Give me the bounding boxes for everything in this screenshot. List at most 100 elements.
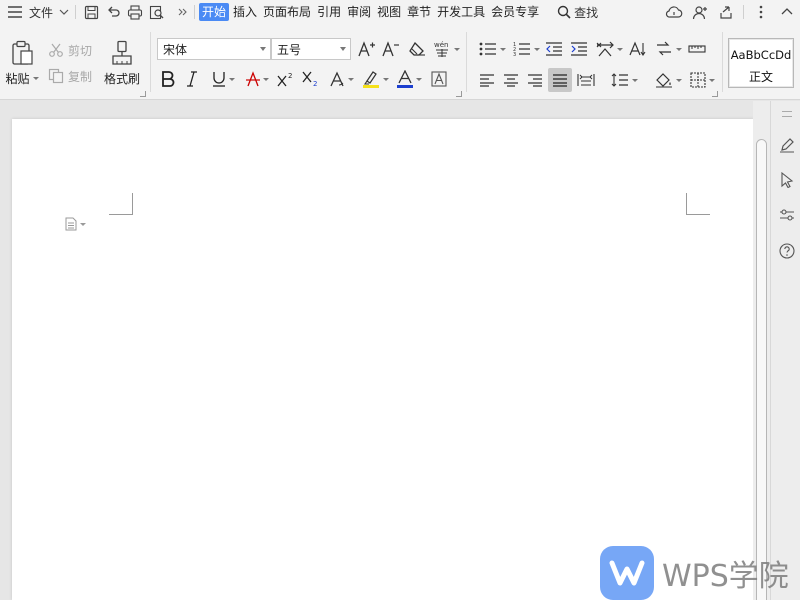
increase-font-size-button[interactable]: [356, 38, 378, 60]
hamburger-icon: [8, 6, 22, 18]
line-spacing-button[interactable]: [608, 69, 640, 91]
text-direction-icon: [629, 41, 646, 56]
strikethrough-button[interactable]: [242, 69, 272, 89]
decrease-font-size-button[interactable]: [380, 38, 402, 60]
subscript-button[interactable]: 2: [300, 69, 322, 89]
divider: [150, 32, 151, 92]
bold-button[interactable]: [158, 69, 178, 89]
clipboard-dialog-launcher[interactable]: [140, 91, 146, 97]
paragraph-dialog-launcher[interactable]: [712, 91, 718, 97]
right-tool-panel: [770, 101, 800, 600]
italic-icon: [187, 71, 197, 87]
bullet-list-icon: [479, 42, 496, 56]
distributed-button[interactable]: [575, 69, 597, 91]
tab-view[interactable]: 视图: [375, 3, 403, 21]
strikethrough-icon: [245, 71, 260, 87]
borders-button[interactable]: [686, 69, 718, 91]
outdent-icon: [546, 42, 562, 56]
justify-button[interactable]: [548, 68, 572, 92]
cursor-select-icon[interactable]: [777, 170, 797, 190]
underline-button[interactable]: [206, 69, 240, 89]
share-icon[interactable]: [713, 1, 739, 23]
divider: [75, 5, 77, 19]
show-marks-button[interactable]: [686, 38, 708, 60]
font-color-button[interactable]: [394, 69, 424, 89]
font-dialog-launcher[interactable]: [456, 91, 462, 97]
menubar-right-tools: [661, 0, 800, 24]
clear-formatting-button[interactable]: [406, 38, 428, 60]
more-options-icon[interactable]: [748, 1, 774, 23]
align-center-button[interactable]: [500, 69, 522, 91]
pen-icon[interactable]: [777, 135, 797, 155]
chevron-down-icon: [415, 77, 422, 81]
character-border-button[interactable]: [429, 69, 449, 89]
chevron-down-icon: [499, 47, 506, 51]
phonetic-guide-icon: wén: [434, 41, 448, 57]
style-name: 正文: [748, 70, 773, 84]
help-icon[interactable]: [777, 241, 797, 261]
tab-references[interactable]: 引用: [315, 3, 343, 21]
font-name-select[interactable]: 宋体: [157, 38, 271, 60]
decrease-indent-button[interactable]: [543, 38, 565, 60]
ribbon-tabs: 开始 插入 页面布局 引用 审阅 视图 章节 开发工具 会员专享: [199, 3, 543, 21]
align-left-button[interactable]: [476, 69, 498, 91]
file-menu[interactable]: 文件: [8, 0, 69, 24]
tab-page-layout[interactable]: 页面布局: [261, 3, 313, 21]
print-preview-icon[interactable]: [146, 1, 168, 23]
text-effects-button[interactable]: [326, 69, 356, 89]
style-normal[interactable]: AaBbCcDd 正文: [728, 38, 794, 88]
superscript-button[interactable]: 2: [275, 69, 297, 89]
italic-button[interactable]: [182, 69, 202, 89]
print-icon[interactable]: [124, 1, 146, 23]
search-button[interactable]: 查找: [557, 0, 598, 24]
increase-indent-button[interactable]: [568, 38, 590, 60]
chinese-layout-button[interactable]: [593, 38, 625, 60]
highlighter-icon: [362, 71, 379, 88]
tab-member[interactable]: 会员专享: [489, 3, 541, 21]
font-size-select[interactable]: 五号: [271, 38, 351, 60]
sliders-icon[interactable]: [777, 205, 797, 225]
paste-button[interactable]: 粘贴: [4, 38, 40, 88]
file-menu-label: 文件: [29, 5, 54, 20]
text-direction-button[interactable]: [627, 38, 649, 60]
numbering-button[interactable]: 123: [510, 38, 542, 60]
tab-insert[interactable]: 插入: [231, 3, 259, 21]
more-chevron-icon[interactable]: [172, 1, 194, 23]
document-page[interactable]: [12, 119, 754, 600]
chevron-down-icon: [262, 77, 269, 81]
chevron-down-icon: [533, 47, 540, 51]
bullets-button[interactable]: [476, 38, 508, 60]
align-right-button[interactable]: [524, 69, 546, 91]
chevron-down-icon: [59, 9, 69, 15]
line-spacing-icon: [611, 73, 628, 87]
copy-button[interactable]: 复制: [48, 66, 92, 86]
copy-label: 复制: [68, 69, 93, 84]
add-collaborator-icon[interactable]: [687, 1, 713, 23]
highlight-color-button[interactable]: [360, 69, 390, 89]
paint-bucket-icon: [655, 73, 672, 88]
shading-button[interactable]: [652, 69, 684, 91]
chevron-down-icon: [80, 222, 86, 226]
format-painter-button[interactable]: 格式刷: [100, 38, 144, 88]
scrollbar-thumb[interactable]: [756, 139, 767, 600]
tab-chapter[interactable]: 章节: [405, 3, 433, 21]
search-icon: [557, 5, 571, 19]
undo-icon[interactable]: [102, 1, 124, 23]
collapse-ribbon-icon[interactable]: [774, 1, 800, 23]
tab-home[interactable]: 开始: [199, 3, 230, 21]
crop-mark-top-right: [686, 193, 710, 215]
cut-button[interactable]: 剪切: [48, 40, 92, 60]
bold-icon: [162, 71, 175, 87]
paragraph-sort-button[interactable]: [652, 38, 684, 60]
divider: [722, 32, 723, 92]
chevron-down-icon: [32, 76, 39, 80]
cloud-sync-icon[interactable]: [661, 1, 687, 23]
chevron-down-icon: [675, 47, 682, 51]
vertical-scrollbar[interactable]: [753, 101, 770, 600]
tab-developer[interactable]: 开发工具: [435, 3, 487, 21]
paragraph-options-button[interactable]: [65, 217, 86, 231]
tab-review[interactable]: 审阅: [345, 3, 373, 21]
phonetic-guide-button[interactable]: wén: [431, 38, 461, 60]
save-icon[interactable]: [80, 1, 102, 23]
wps-logo-icon: [600, 546, 654, 600]
